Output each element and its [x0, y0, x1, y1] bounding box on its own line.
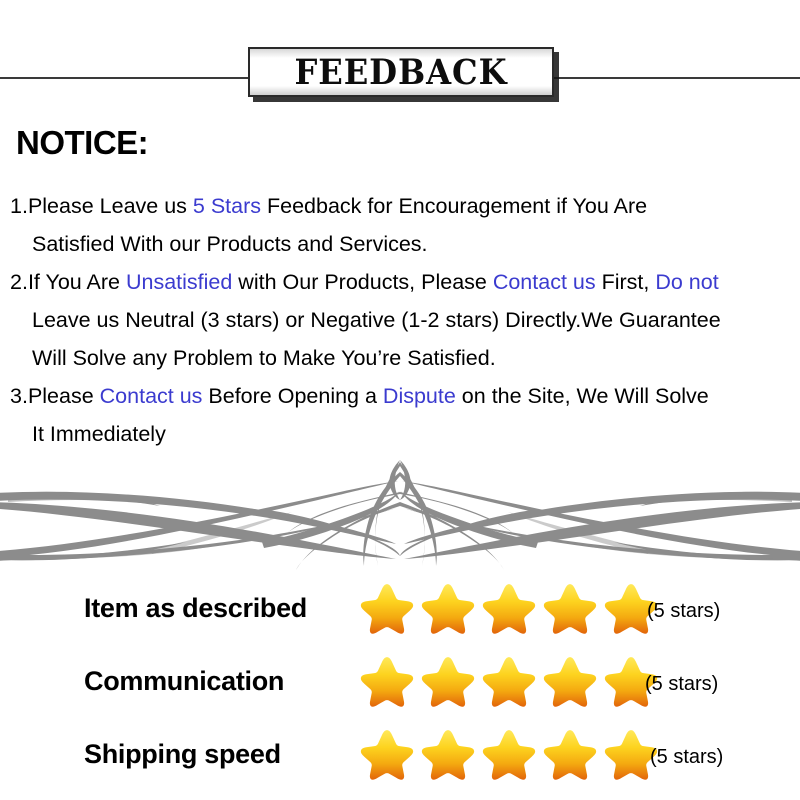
notice-text: If You Are — [27, 270, 126, 294]
star-icon[interactable] — [419, 654, 477, 710]
notice-heading: NOTICE: — [16, 124, 149, 161]
rating-row: Shipping speed (5 stars) — [0, 718, 800, 791]
rating-stars-group[interactable] — [358, 727, 663, 783]
star-icon[interactable] — [358, 727, 416, 783]
rating-count-label: (5 stars) — [645, 673, 719, 695]
notice-highlight-text[interactable]: Dispute — [383, 384, 456, 408]
star-icon[interactable] — [541, 727, 599, 783]
notice-text: Before Opening a — [202, 384, 383, 408]
rating-row: Item as described (5 stars) — [0, 572, 800, 645]
ratings-section: Item as described (5 stars) Communication (… — [0, 572, 800, 791]
notice-item-number: 1. — [10, 194, 28, 218]
notice-text: Feedback for Encouragement if You Are — [261, 194, 648, 218]
notice-text: Leave us Neutral (3 stars) or Negative (… — [32, 308, 721, 332]
notice-highlight-text[interactable]: 5 Stars — [193, 194, 261, 218]
header-area: FEEDBACK — [0, 0, 800, 112]
notice-item-3: 3.Please Contact us Before Opening a Dis… — [10, 377, 800, 415]
star-icon[interactable] — [358, 654, 416, 710]
notice-item-2-line-2: Leave us Neutral (3 stars) or Negative (… — [10, 301, 800, 339]
notice-text: on the Site, We Will Solve — [455, 384, 709, 408]
star-icon[interactable] — [541, 654, 599, 710]
rating-stars-group[interactable] — [358, 654, 663, 710]
feedback-banner: FEEDBACK — [248, 47, 554, 97]
notice-item-1: 1.Please Leave us 5 Stars Feedback for E… — [10, 187, 800, 225]
notice-text: Please — [27, 384, 100, 408]
notice-text: It Immediately — [32, 422, 166, 446]
notice-text: Will Solve any Problem to Make You’re Sa… — [32, 346, 496, 370]
star-icon[interactable] — [541, 581, 599, 637]
filigree-flourish-divider-icon — [0, 458, 800, 570]
star-icon[interactable] — [419, 727, 477, 783]
notice-highlight-text[interactable]: Do not — [655, 270, 718, 294]
notice-item-number: 2. — [10, 270, 28, 294]
notice-item-3-line-2: It Immediately — [10, 415, 800, 453]
page-title: FEEDBACK — [294, 51, 508, 93]
rating-label: Shipping speed — [84, 739, 281, 769]
notice-highlight-text[interactable]: Unsatisfied — [126, 270, 232, 294]
star-icon[interactable] — [480, 654, 538, 710]
ornament-svg — [0, 460, 800, 570]
notice-text: Satisfied With our Products and Services… — [32, 232, 428, 256]
notice-highlight-text[interactable]: Contact us — [493, 270, 596, 294]
rating-row: Communication (5 stars) — [0, 645, 800, 718]
notice-text: First, — [595, 270, 656, 294]
notice-highlight-text[interactable]: Contact us — [100, 384, 203, 408]
rating-count-label: (5 stars) — [647, 600, 721, 622]
notice-item-1-line-2: Satisfied With our Products and Services… — [10, 225, 800, 263]
notice-text: with Our Products, Please — [232, 270, 493, 294]
rating-label: Item as described — [84, 593, 308, 623]
star-icon[interactable] — [419, 581, 477, 637]
star-icon[interactable] — [358, 581, 416, 637]
notice-text: Please Leave us — [27, 194, 193, 218]
rating-stars-group[interactable] — [358, 581, 663, 637]
notice-item-2-line-3: Will Solve any Problem to Make You’re Sa… — [10, 339, 800, 377]
rating-label: Communication — [84, 666, 285, 696]
notice-list: 1.Please Leave us 5 Stars Feedback for E… — [10, 187, 800, 453]
star-icon[interactable] — [480, 727, 538, 783]
notice-item-number: 3. — [10, 384, 28, 408]
notice-item-2: 2.If You Are Unsatisfied with Our Produc… — [10, 263, 800, 301]
star-icon[interactable] — [480, 581, 538, 637]
rating-count-label: (5 stars) — [650, 746, 724, 768]
